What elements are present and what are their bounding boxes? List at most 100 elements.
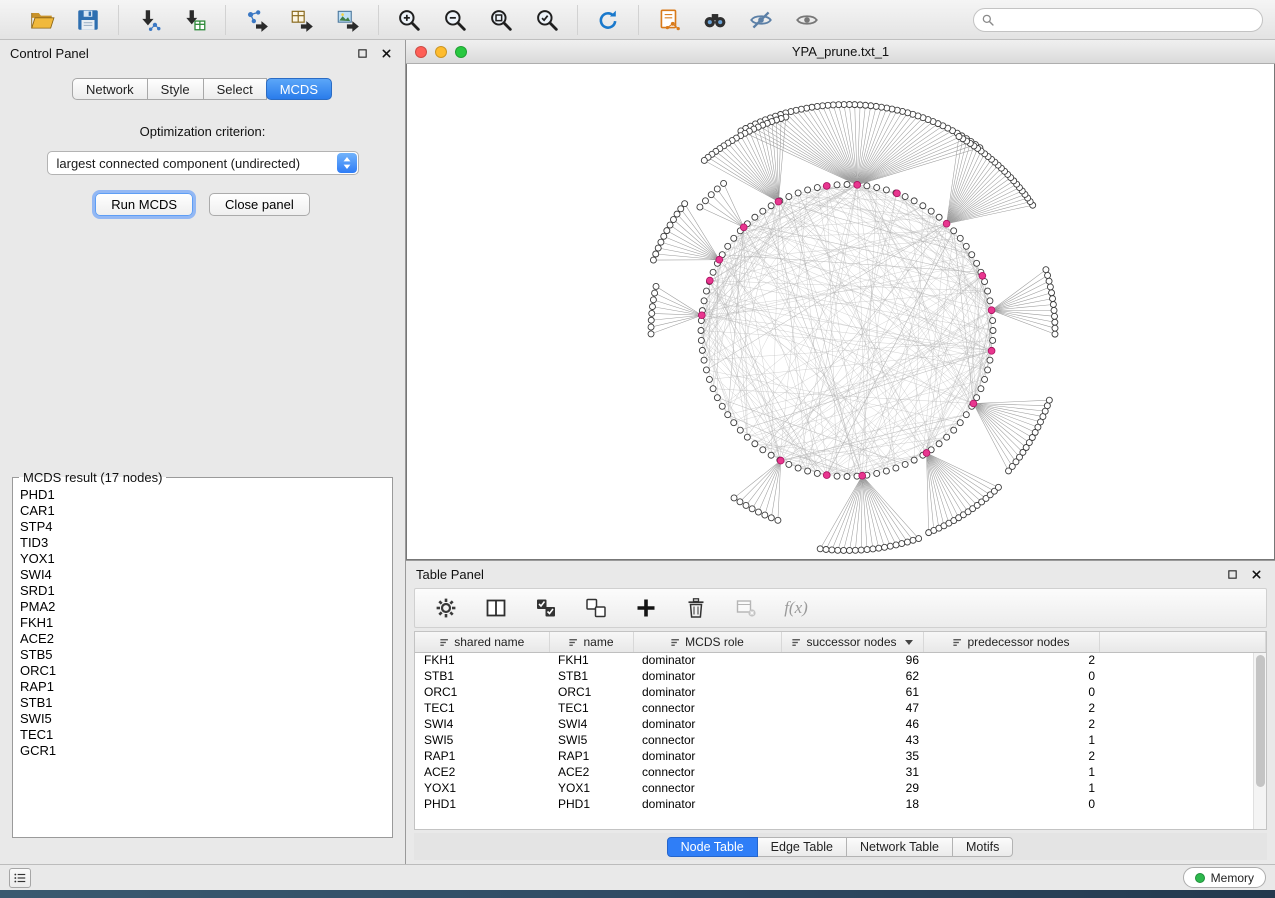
column-header-shared-name[interactable]: shared name	[415, 632, 549, 652]
table-row[interactable]: ACE2ACE2connector311	[415, 764, 1266, 780]
column-header-MCDS-role[interactable]: MCDS role	[633, 632, 781, 652]
table-row[interactable]: SWI5SWI5connector431	[415, 732, 1266, 748]
tab-edge-table[interactable]: Edge Table	[757, 837, 847, 857]
mcds-node-item[interactable]: CAR1	[13, 503, 392, 519]
export-network-button[interactable]	[239, 5, 273, 35]
mcds-node-item[interactable]: SWI4	[13, 567, 392, 583]
close-icon	[381, 48, 392, 59]
run-mcds-button[interactable]: Run MCDS	[95, 193, 193, 216]
select-all-rows-button[interactable]	[531, 593, 561, 623]
save-session-button[interactable]	[71, 5, 105, 35]
node-table-body: FKH1FKH1dominator962STB1STB1dominator620…	[415, 652, 1266, 812]
column-header-successor-nodes[interactable]: successor nodes	[781, 632, 923, 652]
mcds-result-title: MCDS result (17 nodes)	[19, 470, 166, 485]
split-columns-icon	[484, 596, 508, 620]
mcds-node-item[interactable]: STB5	[13, 647, 392, 663]
optimization-criterion-select[interactable]: largest connected component (undirected)	[47, 151, 359, 175]
column-header-name[interactable]: name	[549, 632, 633, 652]
mcds-node-item[interactable]: SRD1	[13, 583, 392, 599]
zoom-window-button[interactable]	[455, 46, 467, 58]
tab-select[interactable]: Select	[203, 78, 267, 100]
split-columns-button[interactable]	[481, 593, 511, 623]
close-window-button[interactable]	[415, 46, 427, 58]
mcds-node-item[interactable]: STB1	[13, 695, 392, 711]
mcds-node-item[interactable]: TEC1	[13, 727, 392, 743]
mcds-node-item[interactable]: PMA2	[13, 599, 392, 615]
show-graphics-details-button[interactable]	[790, 5, 824, 35]
tab-mcds[interactable]: MCDS	[266, 78, 332, 100]
application-window: Control Panel NetworkStyleSelectMCDS Opt…	[0, 0, 1275, 890]
mcds-node-item[interactable]: SWI5	[13, 711, 392, 727]
add-row-button[interactable]	[631, 593, 661, 623]
float-table-panel-button[interactable]	[1223, 565, 1241, 583]
control-panel-title: Control Panel	[10, 46, 89, 61]
close-table-panel-button[interactable]	[1247, 565, 1265, 583]
table-row[interactable]: RAP1RAP1dominator352	[415, 748, 1266, 764]
import-table-button[interactable]	[178, 5, 212, 35]
zoom-out-button[interactable]	[438, 5, 472, 35]
zoom-fit-button[interactable]	[484, 5, 518, 35]
node-table: shared namenameMCDS rolesuccessor nodesp…	[415, 632, 1266, 812]
column-sort-icon	[439, 637, 450, 648]
close-panel-button[interactable]	[377, 44, 395, 62]
control-panel-header: Control Panel	[0, 40, 405, 66]
table-scrollbar[interactable]	[1253, 653, 1266, 829]
hide-graphics-details-button[interactable]	[744, 5, 778, 35]
mcds-node-item[interactable]: FKH1	[13, 615, 392, 631]
memory-label: Memory	[1211, 871, 1254, 885]
mcds-node-item[interactable]: ACE2	[13, 631, 392, 647]
close-icon	[1251, 569, 1262, 580]
float-window-icon	[1227, 569, 1238, 580]
float-panel-button[interactable]	[353, 44, 371, 62]
network-title: YPA_prune.txt_1	[406, 44, 1275, 59]
import-network-button[interactable]	[132, 5, 166, 35]
select-stepper-icon	[337, 153, 357, 173]
zoom-selected-button[interactable]	[530, 5, 564, 35]
mcds-node-item[interactable]: GCR1	[13, 743, 392, 759]
table-row[interactable]: FKH1FKH1dominator962	[415, 652, 1266, 668]
zoom-in-button[interactable]	[392, 5, 426, 35]
open-folder-button[interactable]	[25, 5, 59, 35]
search-input[interactable]	[973, 8, 1263, 32]
delete-row-button[interactable]	[681, 593, 711, 623]
memory-button[interactable]: Memory	[1183, 867, 1266, 888]
table-row[interactable]: STB1STB1dominator620	[415, 668, 1266, 684]
mcds-node-item[interactable]: PHD1	[13, 487, 392, 503]
mcds-node-item[interactable]: RAP1	[13, 679, 392, 695]
column-sort-icon	[568, 637, 579, 648]
refresh-view-button[interactable]	[591, 5, 625, 35]
search-box	[973, 8, 1263, 32]
tab-network-table[interactable]: Network Table	[846, 837, 953, 857]
clear-table-icon	[734, 596, 758, 620]
mcds-node-item[interactable]: YOX1	[13, 551, 392, 567]
find-binoculars-button[interactable]	[698, 5, 732, 35]
minimize-window-button[interactable]	[435, 46, 447, 58]
tab-network[interactable]: Network	[72, 78, 148, 100]
mcds-node-item[interactable]: ORC1	[13, 663, 392, 679]
share-document-button[interactable]	[652, 5, 686, 35]
network-graph[interactable]	[407, 64, 1274, 559]
status-menu-button[interactable]	[9, 868, 31, 888]
tab-motifs[interactable]: Motifs	[952, 837, 1013, 857]
unselect-all-rows-icon	[584, 596, 608, 620]
column-header-predecessor-nodes[interactable]: predecessor nodes	[923, 632, 1099, 652]
export-image-button[interactable]	[331, 5, 365, 35]
gear-button[interactable]	[431, 593, 461, 623]
tab-style[interactable]: Style	[147, 78, 204, 100]
table-scrollbar-thumb[interactable]	[1256, 655, 1265, 787]
unselect-all-rows-button[interactable]	[581, 593, 611, 623]
table-row[interactable]: SWI4SWI4dominator462	[415, 716, 1266, 732]
export-table-button[interactable]	[285, 5, 319, 35]
network-canvas[interactable]	[406, 64, 1275, 560]
table-row[interactable]: YOX1YOX1connector291	[415, 780, 1266, 796]
tab-node-table[interactable]: Node Table	[667, 837, 758, 857]
gear-icon	[434, 596, 458, 620]
mcds-node-item[interactable]: TID3	[13, 535, 392, 551]
table-row[interactable]: PHD1PHD1dominator180	[415, 796, 1266, 812]
close-panel-action-button[interactable]: Close panel	[209, 193, 310, 216]
table-row[interactable]: ORC1ORC1dominator610	[415, 684, 1266, 700]
table-panel-header: Table Panel	[406, 561, 1275, 587]
export-table-icon	[289, 7, 315, 33]
table-row[interactable]: TEC1TEC1connector472	[415, 700, 1266, 716]
mcds-node-item[interactable]: STP4	[13, 519, 392, 535]
